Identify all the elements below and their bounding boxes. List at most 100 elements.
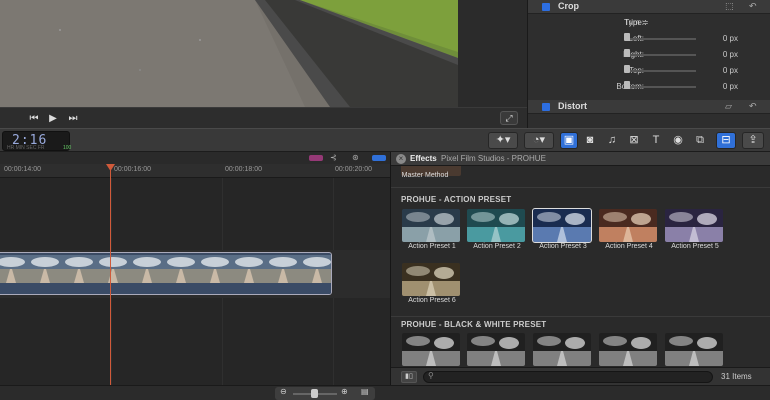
timeline[interactable]: ⊰ ⊛ 00:00:14:00 00:00:16:00 00:00:18:00 … <box>0 152 390 385</box>
snapping-toggle-icon[interactable] <box>372 155 386 161</box>
zoom-slider-knob[interactable] <box>311 389 318 398</box>
effects-header: × Effects Pixel Film Studios - PROHUE <box>391 152 770 166</box>
crop-right-knob[interactable] <box>624 49 630 57</box>
solo-icon[interactable]: ⊛ <box>352 153 359 162</box>
titles-browser-icon[interactable]: T <box>646 132 666 149</box>
effect-thumbnail <box>532 208 592 243</box>
crop-left-row: Left: 0 px <box>528 31 770 46</box>
item-count: 31 Items <box>721 372 752 381</box>
effect-label: Action Preset 1 <box>408 243 456 250</box>
effect-action-preset-2[interactable]: Action Preset 2 <box>466 209 528 255</box>
crop-right-slider[interactable] <box>626 54 696 56</box>
effect-thumbnail <box>402 333 460 366</box>
effect-thumbnail <box>533 333 591 366</box>
effects-footer: ▮▯ ⚲ 31 Items <box>391 367 770 385</box>
effect-thumbnail <box>402 263 460 296</box>
crop-onscreen-icon[interactable]: ⬚ <box>725 1 734 12</box>
retime-menu-button[interactable]: ◔▾ <box>524 132 554 149</box>
effect-action-preset-3[interactable]: Action Preset 3 <box>532 208 594 255</box>
crop-left-knob[interactable] <box>624 33 630 41</box>
ruler-tick: 00:00:20:00 <box>335 166 372 173</box>
transitions-browser-icon[interactable]: ⊠ <box>624 132 644 149</box>
viewer-side-panel <box>458 0 527 107</box>
timeline-ruler[interactable]: 00:00:14:00 00:00:16:00 00:00:18:00 00:0… <box>0 164 390 178</box>
crop-bottom-knob[interactable] <box>624 81 630 89</box>
crop-reset-icon[interactable]: ↶ <box>749 1 757 12</box>
clip-appearance-icon[interactable]: ▤ <box>361 387 369 396</box>
effect-action-preset-1[interactable]: Action Preset 1 <box>401 209 463 255</box>
ruler-tick: 00:00:18:00 <box>225 166 262 173</box>
crop-right-value[interactable]: 0 px <box>708 50 738 59</box>
zoom-out-icon[interactable]: ⊖ <box>280 387 287 396</box>
audio-skimming-icon[interactable]: ⊰ <box>330 153 337 162</box>
close-icon[interactable]: × <box>396 154 406 164</box>
crop-top-knob[interactable] <box>624 65 630 73</box>
effect-thumbnail <box>599 333 657 366</box>
search-icon: ⚲ <box>428 371 434 380</box>
share-icon: ⇪ <box>748 134 758 146</box>
group-action-preset: PROHUE - ACTION PRESET <box>401 195 512 204</box>
play-icon[interactable]: ▶ <box>44 111 62 126</box>
distort-section-header[interactable]: Distort ▱ ↶ <box>528 100 770 114</box>
clip-filmstrip-frame <box>300 255 331 283</box>
crop-enable-checkbox[interactable] <box>542 3 550 11</box>
group-divider <box>391 187 770 188</box>
themes-browser-icon[interactable]: ⧉ <box>690 132 710 149</box>
zoom-in-icon[interactable]: ⊕ <box>341 387 348 396</box>
generators-browser-icon[interactable]: ◉ <box>668 132 688 149</box>
viewer: ⏮ ▶ ⏭ ⤢ <box>0 0 527 128</box>
crop-left-slider[interactable] <box>626 38 696 40</box>
tools-menu-button[interactable]: ✦▾ <box>488 132 518 149</box>
final-cut-window: ⏮ ▶ ⏭ ⤢ Crop ⬚ ↶ Type: Trim ≑ Left: 0 px… <box>0 0 770 400</box>
effect-thumbnail <box>665 333 723 366</box>
effects-category: Pixel Film Studios - PROHUE <box>441 154 546 163</box>
effect-action-preset-6[interactable]: Action Preset 6 <box>401 263 463 309</box>
viewer-frame <box>0 0 458 107</box>
sidebar-toggle-icon[interactable]: ▮▯ <box>401 371 417 383</box>
crop-top-slider[interactable] <box>626 70 696 72</box>
clip-filmstrip-frame <box>130 255 164 283</box>
fullscreen-icon[interactable]: ⤢ <box>500 111 518 125</box>
effect-action-preset-4[interactable]: Action Preset 4 <box>598 209 660 255</box>
distort-reset-icon[interactable]: ↶ <box>749 101 757 112</box>
timecode-display[interactable]: 2:16 HR MIN SEC FR 100 <box>2 131 71 151</box>
effect-label: Action Preset 2 <box>473 243 521 250</box>
previous-frame-icon[interactable]: ⏮ <box>25 111 43 126</box>
effects-browser-icon: ▣ <box>563 134 575 146</box>
crop-type-select[interactable]: Trim ≑ <box>624 18 649 27</box>
effect-thumbnail <box>599 209 657 242</box>
distort-enable-checkbox[interactable] <box>542 103 550 111</box>
group-black-white-preset: PROHUE - BLACK & WHITE PRESET <box>401 320 547 329</box>
inspector-panel: Crop ⬚ ↶ Type: Trim ≑ Left: 0 px Right: … <box>527 0 770 128</box>
clip-filmstrip-frame <box>232 255 266 283</box>
clip-filmstrip-frame <box>28 255 62 283</box>
timeline-zoom-control[interactable]: ⊖ ⊕ ▤ <box>275 387 375 400</box>
skimming-toggle-icon[interactable] <box>309 155 323 161</box>
effects-browser-button[interactable]: ▣ <box>560 132 578 149</box>
clip-filmstrip-frame <box>266 255 300 283</box>
playhead[interactable] <box>110 166 111 385</box>
status-bar: ⊖ ⊕ ▤ <box>0 385 770 400</box>
clip-filmstrip-frame <box>62 255 96 283</box>
distort-onscreen-icon[interactable]: ▱ <box>725 101 732 112</box>
next-frame-icon[interactable]: ⏭ <box>64 111 82 126</box>
inspector-toggle-button[interactable]: ⊟ <box>716 132 736 149</box>
effect-thumbnail <box>467 333 525 366</box>
crop-left-value[interactable]: 0 px <box>708 34 738 43</box>
effects-search-input[interactable]: ⚲ <box>423 371 713 383</box>
magic-wand-icon: ✦▾ <box>495 134 511 146</box>
photos-browser-icon[interactable]: ◙ <box>580 132 600 149</box>
crop-right-row: Right: 0 px <box>528 47 770 62</box>
crop-bottom-value[interactable]: 0 px <box>708 82 738 91</box>
video-clip[interactable] <box>0 252 332 295</box>
crop-section-header[interactable]: Crop ⬚ ↶ <box>528 0 770 14</box>
crop-bottom-row: Bottom: 0 px <box>528 79 770 94</box>
music-browser-icon[interactable]: ♫ <box>602 132 622 149</box>
master-method-label[interactable]: Master Method <box>395 172 455 179</box>
effect-action-preset-5[interactable]: Action Preset 5 <box>664 209 726 255</box>
crop-bottom-slider[interactable] <box>626 86 696 88</box>
crop-type-row: Type: Trim ≑ <box>528 15 770 30</box>
share-button[interactable]: ⇪ <box>742 132 764 149</box>
crop-top-value[interactable]: 0 px <box>708 66 738 75</box>
ruler-tick: 00:00:14:00 <box>4 166 41 173</box>
